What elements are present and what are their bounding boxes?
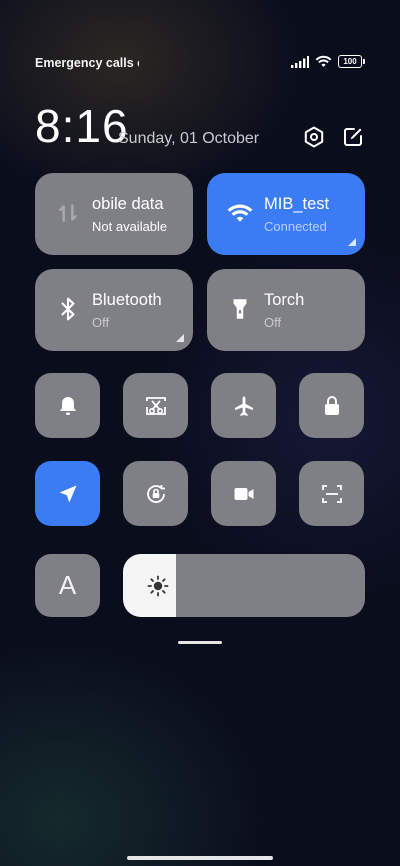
wifi-icon [227, 204, 253, 222]
mobile-data-icon [59, 204, 77, 222]
torch-tile[interactable]: Torch Off [207, 269, 365, 351]
airplane-mode-toggle[interactable] [211, 373, 276, 438]
video-camera-icon [234, 487, 253, 500]
brightness-slider[interactable] [123, 554, 365, 617]
expand-corner-icon[interactable] [348, 238, 356, 246]
settings-icon[interactable] [302, 125, 326, 149]
battery-icon: 100 [338, 55, 365, 68]
auto-rotate-toggle[interactable] [123, 461, 188, 526]
torch-icon [233, 299, 247, 319]
location-toggle[interactable] [35, 461, 100, 526]
screen-recorder-toggle[interactable] [211, 461, 276, 526]
torch-status: Off [264, 315, 282, 330]
scissors-screenshot-icon [145, 396, 166, 415]
bluetooth-title: Bluetooth [92, 291, 162, 309]
bluetooth-tile[interactable]: Bluetooth Off [35, 269, 193, 351]
notifications-toggle[interactable] [35, 373, 100, 438]
torch-title: Torch [264, 291, 305, 309]
lock-screen-toggle[interactable] [299, 373, 364, 438]
mobile-data-tile[interactable]: obile data Not available [35, 173, 193, 255]
font-size-toggle[interactable]: A [35, 554, 100, 617]
location-arrow-icon [59, 485, 76, 502]
wifi-network-name: MIB_test [264, 195, 330, 213]
font-size-label: A [58, 570, 77, 600]
clock-time: 8:16 [35, 100, 129, 152]
mobile-data-title: obile data [92, 195, 164, 213]
status-icons: 100 [291, 55, 365, 68]
sun-icon [147, 575, 169, 597]
bluetooth-icon [61, 297, 75, 321]
bluetooth-status: Off [92, 315, 110, 330]
rotation-lock-icon [146, 484, 165, 503]
wifi-status: Connected [264, 219, 327, 234]
carrier-text: Emergency calls o [35, 56, 139, 70]
screenshot-toggle[interactable] [123, 373, 188, 438]
scan-icon [321, 484, 342, 503]
bell-icon [59, 396, 76, 415]
signal-icon [291, 55, 309, 68]
panel-drag-handle[interactable] [178, 641, 222, 644]
wifi-icon [315, 55, 332, 67]
mobile-data-status: Not available [92, 219, 168, 234]
status-bar: Emergency calls o 100 [35, 55, 365, 73]
expand-corner-icon[interactable] [176, 334, 184, 342]
date-text: Sunday, 01 October [118, 130, 260, 147]
home-indicator[interactable] [127, 856, 273, 860]
lock-icon [324, 395, 339, 415]
edit-icon[interactable] [341, 125, 365, 149]
airplane-icon [234, 396, 253, 416]
wifi-tile[interactable]: MIB_test Connected [207, 173, 365, 255]
scanner-toggle[interactable] [299, 461, 364, 526]
